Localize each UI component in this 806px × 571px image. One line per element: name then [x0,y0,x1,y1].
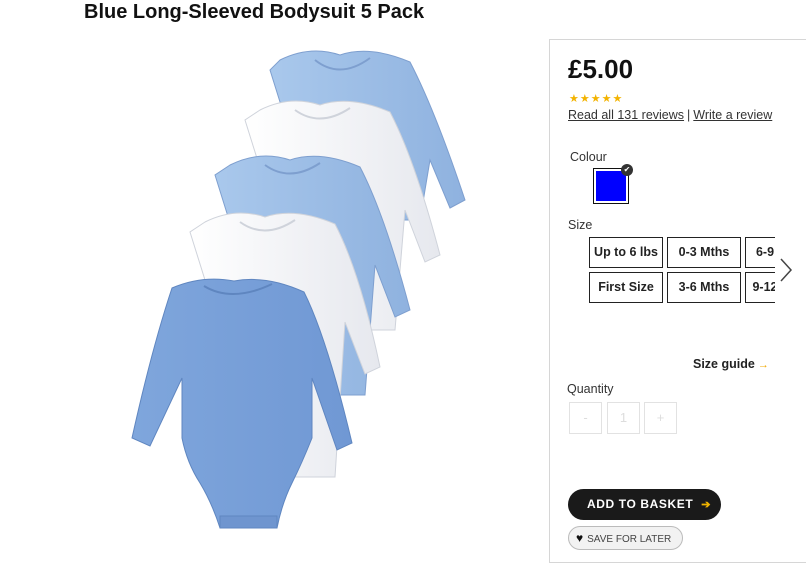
size-option[interactable]: Up to 6 lbs [589,237,663,268]
product-image [120,40,500,540]
size-option[interactable]: 0-3 Mths [667,237,741,268]
read-reviews-link[interactable]: Read all 131 reviews [568,108,684,122]
size-option[interactable]: First Size [589,272,663,303]
reviews-separator: | [687,108,691,122]
quantity-increase-button[interactable]: + [644,402,677,434]
product-title: Blue Long-Sleeved Bodysuit 5 Pack [84,1,425,23]
size-options: Up to 6 lbs 0-3 Mths 6-9 First Size 3-6 … [589,237,775,305]
reviews-links: Read all 131 reviews | Write a review [568,108,772,122]
write-review-link[interactable]: Write a review [693,108,772,122]
size-option[interactable]: 9-12 [745,272,775,303]
heart-icon: ♥ [576,531,584,545]
bodysuit-5-pack-image [131,50,466,529]
add-to-basket-button[interactable]: ADD TO BASKET ➔ [568,489,721,520]
size-next-chevron-icon[interactable] [776,255,796,285]
purchase-panel: £5.00 ★★★★★ Read all 131 reviews | Write a… [549,39,806,563]
arrow-right-icon: → [757,359,769,371]
swatch-fill [596,171,626,201]
colour-swatch-blue[interactable]: ✔ [593,164,633,204]
quantity-label: Quantity [567,382,614,396]
arrow-right-icon: ➔ [701,499,712,511]
save-for-later-label: SAVE FOR LATER [587,534,672,545]
colour-label: Colour [570,150,607,164]
price: £5.00 [568,54,634,84]
selected-check-icon: ✔ [621,164,633,176]
quantity-decrease-button[interactable]: - [569,402,602,434]
size-label: Size [568,218,593,232]
star-rating: ★★★★★ [569,93,624,105]
quantity-input[interactable]: 1 [607,402,640,434]
add-to-basket-label: ADD TO BASKET [587,497,694,511]
size-guide-link[interactable]: Size guide → [693,357,769,371]
size-guide-label: Size guide [693,357,755,371]
save-for-later-button[interactable]: ♥ SAVE FOR LATER [568,526,683,550]
size-option[interactable]: 3-6 Mths [667,272,741,303]
size-option[interactable]: 6-9 [745,237,775,268]
chevron-right-icon [780,258,793,282]
